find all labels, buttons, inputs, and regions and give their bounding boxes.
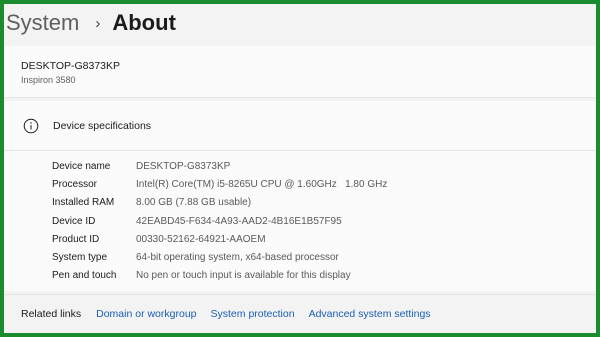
spec-label: Device name — [52, 160, 111, 172]
device-model: Inspiron 3580 — [21, 75, 76, 85]
spec-row-pen-and-touch: Pen and touch No pen or touch input is a… — [52, 267, 387, 285]
spec-value: DESKTOP-G8373KP — [136, 160, 231, 172]
device-specifications-card: Device specifications Device name DESKTO… — [4, 101, 596, 291]
spec-table: Device name DESKTOP-G8373KP Processor In… — [52, 157, 387, 285]
spec-label: Installed RAM — [52, 197, 115, 209]
breadcrumb: System › About — [6, 8, 176, 38]
spec-row-system-type: System type 64-bit operating system, x64… — [52, 248, 387, 266]
related-links-title: Related links — [21, 308, 82, 320]
system-protection-link[interactable]: System protection — [211, 308, 295, 320]
spec-row-installed-ram: Installed RAM 8.00 GB (7.88 GB usable) — [52, 194, 387, 212]
spec-label: Product ID — [52, 233, 100, 245]
related-links-bar: Related links Domain or workgroup System… — [4, 294, 596, 333]
spec-label: System type — [52, 252, 108, 264]
spec-value: 42EABD45-F634-4A93-AAD2-4B16E1B57F95 — [136, 215, 342, 227]
spec-value: Intel(R) Core(TM) i5-8265U CPU @ 1.60GHz… — [136, 178, 388, 190]
device-card: DESKTOP-G8373KP Inspiron 3580 — [4, 46, 596, 98]
settings-window: System › About DESKTOP-G8373KP Inspiron … — [4, 4, 596, 333]
spec-row-product-id: Product ID 00330-52162-64921-AAOEM — [52, 230, 387, 248]
spec-value: 64-bit operating system, x64-based proce… — [136, 252, 339, 264]
spec-label: Processor — [52, 178, 98, 190]
info-icon — [23, 118, 39, 134]
spec-value: 8.00 GB (7.88 GB usable) — [136, 197, 252, 209]
spec-label: Pen and touch — [52, 270, 117, 282]
chevron-right-icon: › — [95, 14, 101, 32]
domain-or-workgroup-link[interactable]: Domain or workgroup — [96, 308, 196, 320]
spec-label: Device ID — [52, 215, 96, 227]
spec-value: No pen or touch input is available for t… — [136, 270, 351, 282]
device-specifications-header[interactable]: Device specifications — [4, 101, 596, 151]
spec-value: 00330-52162-64921-AAOEM — [136, 233, 266, 245]
page-title: About — [112, 10, 176, 35]
breadcrumb-system-link[interactable]: System — [6, 10, 79, 36]
device-name-title: DESKTOP-G8373KP — [21, 60, 121, 72]
spec-row-device-name: Device name DESKTOP-G8373KP — [52, 157, 387, 175]
advanced-system-settings-link[interactable]: Advanced system settings — [309, 308, 431, 320]
spec-row-processor: Processor Intel(R) Core(TM) i5-8265U CPU… — [52, 175, 387, 193]
device-specifications-title: Device specifications — [53, 120, 152, 132]
spec-row-device-id: Device ID 42EABD45-F634-4A93-AAD2-4B16E1… — [52, 212, 387, 230]
